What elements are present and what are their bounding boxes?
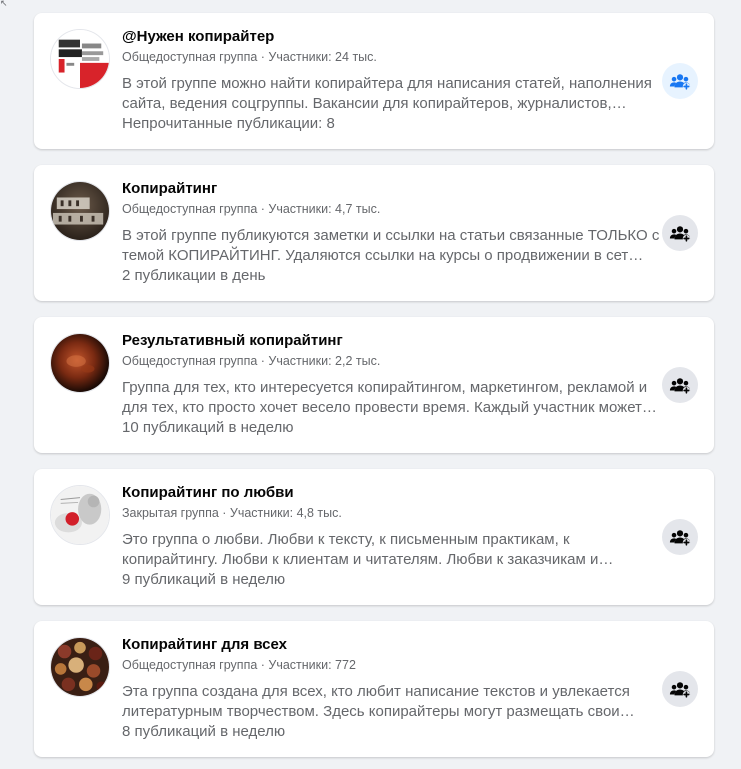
group-avatar[interactable]	[50, 333, 110, 393]
group-card[interactable]: Копирайтинг по любви Закрытая группа · У…	[34, 469, 714, 605]
group-meta: Общедоступная группа · Участники: 4,7 ты…	[122, 202, 381, 216]
group-add-icon	[669, 530, 691, 547]
group-card[interactable]: Копирайтинг Общедоступная группа · Участ…	[34, 165, 714, 301]
group-add-icon	[669, 378, 691, 395]
group-avatar-image	[51, 334, 109, 392]
group-avatar[interactable]	[50, 181, 110, 241]
group-avatar-image	[51, 638, 109, 696]
group-add-icon	[669, 226, 691, 243]
join-group-button[interactable]	[662, 215, 698, 251]
group-description: В этой группе можно найти копирайтера дл…	[122, 75, 652, 112]
group-title[interactable]: @Нужен копирайтер	[122, 27, 662, 47]
join-group-button[interactable]	[662, 519, 698, 555]
group-activity: 10 публикаций в неделю	[122, 419, 294, 436]
group-add-icon	[669, 74, 691, 91]
group-avatar[interactable]	[50, 637, 110, 697]
group-activity: 9 публикаций в неделю	[122, 571, 286, 588]
group-title[interactable]: Копирайтинг для всех	[122, 635, 662, 655]
group-card[interactable]: @Нужен копирайтер Общедоступная группа ·…	[34, 13, 714, 149]
group-avatar-image	[51, 182, 109, 240]
group-meta: Общедоступная группа · Участники: 772	[122, 658, 356, 672]
group-avatar[interactable]	[50, 29, 110, 89]
group-avatar[interactable]	[50, 485, 110, 545]
group-activity: Непрочитанные публикации: 8	[122, 115, 335, 132]
group-meta: Общедоступная группа · Участники: 24 тыс…	[122, 50, 377, 64]
group-avatar-image	[51, 30, 109, 88]
group-activity: 2 публикации в день	[122, 267, 266, 284]
group-activity: 8 публикаций в неделю	[122, 723, 286, 740]
group-description: Это группа о любви. Любви к тексту, к пи…	[122, 531, 614, 568]
group-description: Группа для тех, кто интересуется копирай…	[122, 379, 657, 416]
group-title[interactable]: Копирайтинг по любви	[122, 483, 662, 503]
group-title[interactable]: Результативный копирайтинг	[122, 331, 662, 351]
group-card[interactable]: Копирайтинг для всех Общедоступная групп…	[34, 621, 714, 757]
group-add-icon	[669, 682, 691, 699]
corner-arrow-icon: ↖	[0, 0, 8, 6]
group-description: Эта группа создана для всех, кто любит н…	[122, 683, 635, 720]
join-group-button[interactable]	[662, 671, 698, 707]
join-group-button[interactable]	[662, 367, 698, 403]
join-group-button[interactable]	[662, 63, 698, 99]
group-avatar-image	[51, 486, 109, 544]
group-card[interactable]: Результативный копирайтинг Общедоступная…	[34, 317, 714, 453]
group-meta: Общедоступная группа · Участники: 2,2 ты…	[122, 354, 381, 368]
group-title[interactable]: Копирайтинг	[122, 179, 662, 199]
group-meta: Закрытая группа · Участники: 4,8 тыс.	[122, 506, 342, 520]
group-description: В этой группе публикуются заметки и ссыл…	[122, 227, 660, 264]
